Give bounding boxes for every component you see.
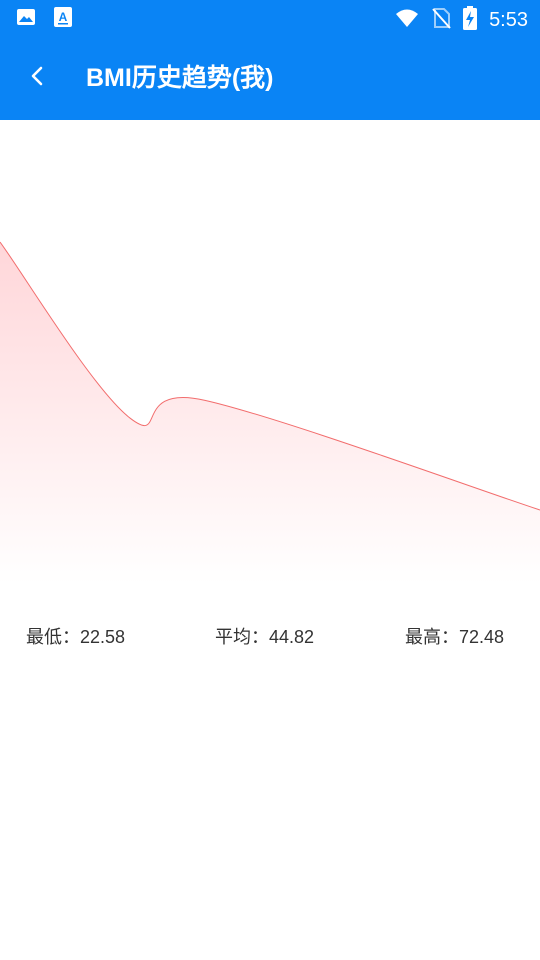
bmi-stats-row: 最低：22.58 平均：44.82 最高：72.48 bbox=[0, 615, 540, 655]
stat-max-label: 最高： bbox=[405, 627, 459, 647]
stat-average-value: 44.82 bbox=[269, 627, 315, 647]
wifi-icon bbox=[395, 7, 419, 33]
text-a-icon: A bbox=[54, 7, 72, 31]
stat-average: 平均：44.82 bbox=[215, 623, 314, 649]
no-sim-icon bbox=[431, 7, 451, 33]
image-icon bbox=[16, 7, 36, 31]
stat-min-value: 22.58 bbox=[80, 627, 126, 647]
stat-min: 最低：22.58 bbox=[26, 623, 125, 649]
chevron-left-icon[interactable] bbox=[26, 64, 50, 92]
clock-time: 5:53 bbox=[489, 9, 528, 31]
svg-text:A: A bbox=[59, 10, 68, 24]
status-bar: A 5:53 bbox=[0, 0, 540, 36]
stat-average-label: 平均： bbox=[215, 627, 269, 647]
battery-charging-icon bbox=[463, 6, 478, 34]
stat-max: 最高：72.48 bbox=[405, 623, 504, 649]
stat-min-label: 最低： bbox=[26, 627, 80, 647]
bmi-trend-chart bbox=[0, 120, 540, 590]
bmi-trend-chart-svg bbox=[0, 241, 540, 584]
back-button[interactable] bbox=[14, 54, 62, 102]
stat-max-value: 72.48 bbox=[459, 627, 505, 647]
chart-area-fill bbox=[0, 242, 540, 584]
page-title: BMI历史趋势(我) bbox=[86, 64, 274, 92]
app-bar: BMI历史趋势(我) bbox=[0, 36, 540, 120]
